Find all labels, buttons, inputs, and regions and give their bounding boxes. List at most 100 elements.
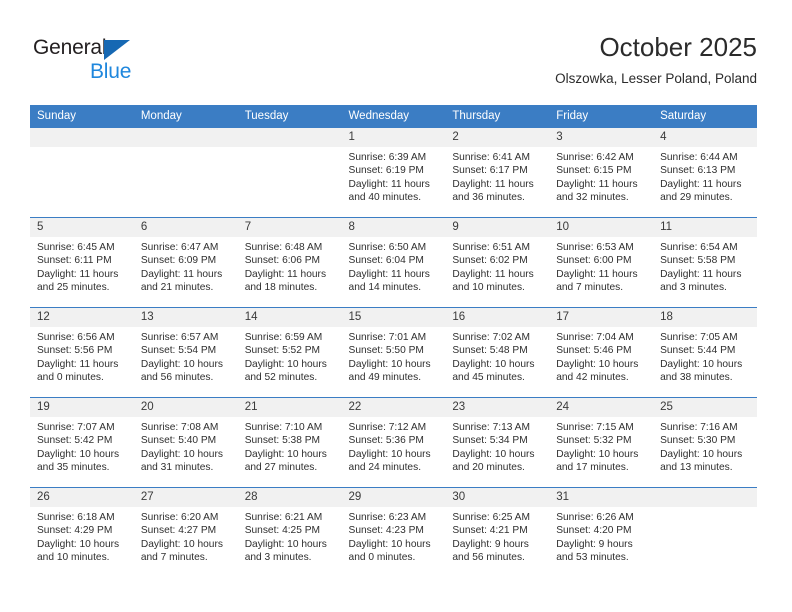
daylight-duration-line1: Daylight: 9 hours (452, 538, 529, 550)
daylight-duration-line2: and 20 minutes. (452, 462, 525, 474)
daylight-duration-line1: Daylight: 10 hours (348, 538, 431, 550)
day-details: Sunrise: 7:15 AM Sunset: 5:32 PM Daylight:… (549, 417, 653, 487)
day-details: Sunrise: 6:45 AM Sunset: 6:11 PM Daylight:… (30, 237, 134, 307)
calendar-day-cell-empty (133, 127, 238, 218)
calendar-day-cell[interactable]: 15 Sunrise: 7:01 AM Sunset: 5:50 PM Dayligh… (341, 307, 446, 398)
calendar-day-cell[interactable]: 25 Sunrise: 7:16 AM Sunset: 5:30 PM Dayligh… (653, 397, 757, 488)
calendar-day-cell[interactable]: 22 Sunrise: 7:12 AM Sunset: 5:36 PM Dayligh… (341, 397, 446, 488)
day-number: 19 (30, 398, 134, 417)
calendar-day-cell[interactable]: 1 Sunrise: 6:39 AM Sunset: 6:19 PM Daylight… (341, 127, 446, 218)
logo-text-blue: Blue (90, 60, 132, 83)
day-details: Sunrise: 6:44 AM Sunset: 6:13 PM Daylight:… (653, 147, 757, 217)
calendar-header-row: Sunday Monday Tuesday Wednesday Thursday… (30, 105, 757, 128)
day-number: 29 (341, 488, 446, 507)
daylight-duration-line2: and 56 minutes. (140, 372, 214, 384)
calendar-day-cell[interactable]: 23 Sunrise: 7:13 AM Sunset: 5:34 PM Dayligh… (445, 397, 550, 488)
day-number: 17 (549, 308, 654, 327)
day-number: 15 (341, 308, 446, 327)
sunset-time: Sunset: 5:44 PM (660, 345, 736, 357)
sunrise-time: Sunrise: 7:04 AM (556, 332, 634, 343)
day-details: Sunrise: 7:16 AM Sunset: 5:30 PM Daylight:… (653, 417, 757, 487)
daylight-duration-line2: and 0 minutes. (348, 552, 416, 564)
logo-triangle-icon (104, 40, 130, 60)
daylight-duration-line1: Daylight: 11 hours (660, 178, 742, 190)
calendar-day-cell[interactable]: 26 Sunrise: 6:18 AM Sunset: 4:29 PM Dayligh… (30, 487, 134, 577)
day-details: Sunrise: 6:41 AM Sunset: 6:17 PM Daylight:… (445, 147, 549, 217)
sunset-time: Sunset: 5:36 PM (348, 435, 424, 447)
day-number: 24 (549, 398, 654, 417)
daylight-duration-line1: Daylight: 10 hours (452, 448, 535, 460)
daylight-duration-line1: Daylight: 10 hours (556, 358, 639, 370)
calendar-day-cell[interactable]: 12 Sunrise: 6:56 AM Sunset: 5:56 PM Dayligh… (30, 307, 134, 398)
calendar-day-cell[interactable]: 2 Sunrise: 6:41 AM Sunset: 6:17 PM Daylight… (445, 127, 550, 218)
calendar-day-cell[interactable]: 29 Sunrise: 6:23 AM Sunset: 4:23 PM Dayligh… (341, 487, 446, 577)
day-details: Sunrise: 6:42 AM Sunset: 6:15 PM Daylight:… (549, 147, 653, 217)
sunset-time: Sunset: 6:19 PM (348, 165, 424, 177)
sunrise-time: Sunrise: 7:05 AM (660, 332, 738, 343)
day-number: 2 (445, 128, 550, 147)
sunset-time: Sunset: 5:52 PM (244, 345, 321, 357)
calendar-day-cell[interactable]: 3 Sunrise: 6:42 AM Sunset: 6:15 PM Daylight… (549, 127, 654, 218)
sunrise-time: Sunrise: 6:56 AM (37, 332, 115, 343)
calendar-day-cell[interactable]: 21 Sunrise: 7:10 AM Sunset: 5:38 PM Dayligh… (237, 397, 342, 488)
day-details: Sunrise: 6:47 AM Sunset: 6:09 PM Daylight:… (134, 237, 238, 307)
daylight-duration-line1: Daylight: 9 hours (556, 538, 633, 550)
daylight-duration-line1: Daylight: 10 hours (244, 448, 327, 460)
daylight-duration-line2: and 13 minutes. (660, 462, 733, 474)
sunset-time: Sunset: 5:34 PM (452, 435, 528, 447)
calendar-day-cell[interactable]: 17 Sunrise: 7:04 AM Sunset: 5:46 PM Dayligh… (549, 307, 654, 398)
daylight-duration-line2: and 0 minutes. (37, 372, 104, 384)
calendar-day-cell[interactable]: 31 Sunrise: 6:26 AM Sunset: 4:20 PM Dayligh… (549, 487, 654, 577)
day-number: 27 (133, 488, 238, 507)
calendar-day-cell[interactable]: 5 Sunrise: 6:45 AM Sunset: 6:11 PM Daylight… (30, 217, 134, 308)
calendar-day-cell[interactable]: 16 Sunrise: 7:02 AM Sunset: 5:48 PM Dayligh… (445, 307, 550, 398)
calendar-day-cell[interactable]: 7 Sunrise: 6:48 AM Sunset: 6:06 PM Daylight… (237, 217, 342, 308)
daylight-duration-line2: and 29 minutes. (660, 192, 733, 204)
sunset-time: Sunset: 5:50 PM (348, 345, 424, 357)
calendar-day-cell[interactable]: 11 Sunrise: 6:54 AM Sunset: 5:58 PM Dayligh… (653, 217, 757, 308)
calendar-day-cell[interactable]: 27 Sunrise: 6:20 AM Sunset: 4:27 PM Dayligh… (133, 487, 238, 577)
sunrise-time: Sunrise: 7:10 AM (244, 422, 323, 433)
sunrise-time: Sunrise: 7:12 AM (348, 422, 427, 433)
calendar-day-cell[interactable]: 6 Sunrise: 6:47 AM Sunset: 6:09 PM Daylight… (133, 217, 238, 308)
generalblue-logo[interactable]: General Blue (33, 36, 193, 88)
daylight-duration-line2: and 45 minutes. (452, 372, 525, 384)
sunrise-time: Sunrise: 6:26 AM (556, 512, 634, 523)
sunset-time: Sunset: 6:00 PM (556, 255, 632, 267)
sunset-time: Sunset: 4:29 PM (37, 525, 113, 537)
calendar-day-cell[interactable]: 24 Sunrise: 7:15 AM Sunset: 5:32 PM Dayligh… (549, 397, 654, 488)
calendar-day-cell[interactable]: 13 Sunrise: 6:57 AM Sunset: 5:54 PM Dayligh… (133, 307, 238, 398)
daylight-duration-line1: Daylight: 11 hours (37, 358, 119, 370)
sunset-time: Sunset: 5:32 PM (556, 435, 632, 447)
calendar-day-cell[interactable]: 8 Sunrise: 6:50 AM Sunset: 6:04 PM Daylight… (341, 217, 446, 308)
daylight-duration-line2: and 36 minutes. (452, 192, 525, 204)
day-details: Sunrise: 7:12 AM Sunset: 5:36 PM Daylight:… (342, 417, 446, 487)
daylight-duration-line1: Daylight: 11 hours (556, 268, 638, 280)
calendar-day-cell[interactable]: 4 Sunrise: 6:44 AM Sunset: 6:13 PM Daylight… (653, 127, 757, 218)
day-number: 4 (653, 128, 757, 147)
calendar-day-cell[interactable]: 19 Sunrise: 7:07 AM Sunset: 5:42 PM Dayligh… (30, 397, 134, 488)
day-number: 23 (445, 398, 550, 417)
calendar-day-cell[interactable]: 20 Sunrise: 7:08 AM Sunset: 5:40 PM Dayligh… (133, 397, 238, 488)
sunrise-time: Sunrise: 6:44 AM (660, 152, 738, 163)
calendar-body: 1 Sunrise: 6:39 AM Sunset: 6:19 PM Daylight… (30, 127, 757, 577)
day-number: 25 (653, 398, 757, 417)
day-number: 5 (30, 218, 134, 237)
day-details: Sunrise: 7:04 AM Sunset: 5:46 PM Daylight:… (549, 327, 653, 397)
calendar-day-cell[interactable]: 30 Sunrise: 6:25 AM Sunset: 4:21 PM Dayligh… (445, 487, 550, 577)
calendar-day-cell[interactable]: 18 Sunrise: 7:05 AM Sunset: 5:44 PM Dayligh… (653, 307, 757, 398)
sunrise-time: Sunrise: 6:57 AM (140, 332, 219, 343)
day-number: 1 (341, 128, 446, 147)
daylight-duration-line1: Daylight: 10 hours (244, 358, 327, 370)
daylight-duration-line1: Daylight: 10 hours (37, 448, 120, 460)
day-number (237, 128, 342, 147)
day-details: Sunrise: 6:59 AM Sunset: 5:52 PM Daylight:… (238, 327, 342, 397)
calendar-day-cell[interactable]: 28 Sunrise: 6:21 AM Sunset: 4:25 PM Dayligh… (237, 487, 342, 577)
calendar-day-cell[interactable]: 14 Sunrise: 6:59 AM Sunset: 5:52 PM Dayligh… (237, 307, 342, 398)
page-title: October 2025 (599, 32, 757, 62)
calendar-day-cell[interactable]: 10 Sunrise: 6:53 AM Sunset: 6:00 PM Dayligh… (549, 217, 654, 308)
day-details: Sunrise: 6:54 AM Sunset: 5:58 PM Daylight:… (653, 237, 757, 307)
daylight-duration-line2: and 14 minutes. (348, 282, 422, 294)
calendar-day-cell[interactable]: 9 Sunrise: 6:51 AM Sunset: 6:02 PM Daylight… (445, 217, 550, 308)
daylight-duration-line1: Daylight: 10 hours (660, 448, 743, 460)
